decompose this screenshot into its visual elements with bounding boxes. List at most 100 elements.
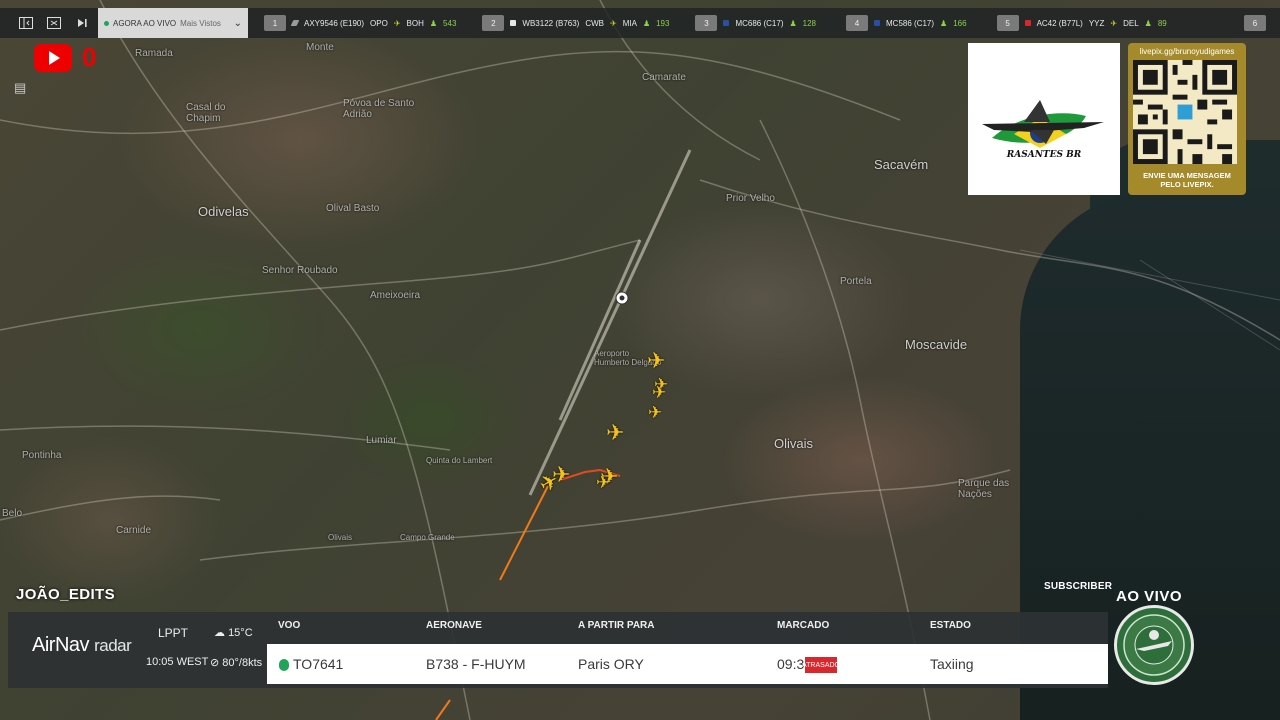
col-header-scheduled: MARCADO (777, 620, 830, 631)
place-label: Ameixoeira (370, 290, 421, 301)
view-select[interactable]: AGORA AO VIVO Mais Vistos ⌄ (98, 8, 248, 38)
fullscreen-icon[interactable] (40, 8, 68, 38)
ticker-viewers: 128 (802, 18, 817, 28)
chevron-down-icon: ⌄ (233, 17, 242, 29)
live-label: AO VIVO (1116, 588, 1183, 605)
active-status-icon (279, 659, 289, 671)
flight-number: TO7641 (293, 656, 344, 672)
place-label: Sacavém (874, 157, 929, 172)
ticker-callsign: MC686 (C17) (735, 18, 784, 28)
ticker-from: YYZ (1088, 18, 1105, 28)
livepix-qr-card: livepix.gg/brunoyudigames ENVIE UMA MENS… (1128, 43, 1246, 195)
local-time: 10:05 WEST (146, 656, 209, 668)
ticker-rank: 5 (996, 15, 1019, 31)
rasantes-logo: RASANTES BR (968, 43, 1120, 195)
aircraft-icon[interactable]: ✈ (606, 422, 624, 444)
ticker-to: MIA (622, 18, 637, 28)
temperature: ☁ 15°C (214, 626, 253, 639)
col-header-route: A PARTIR PARA (578, 620, 655, 631)
cloud-icon: ☁ (214, 627, 225, 639)
aircraft-icon[interactable]: ✈ (648, 404, 662, 421)
collapse-sidebar-icon[interactable] (12, 8, 40, 38)
place-label: Monte (306, 42, 334, 53)
airline-flag-icon (510, 20, 517, 26)
route-arrow-icon: ✈ (393, 18, 401, 28)
ticker-to: BOH (406, 18, 424, 28)
route: Paris ORY (578, 656, 644, 672)
airnav-flight-panel: JOÃO_EDITS AirNav radar LPPT 10:05 WEST … (8, 580, 1108, 688)
ticker-flight-4[interactable]: 4 MC586 (C17) ♟ 166 (838, 8, 975, 38)
place-label: Olival Basto (326, 203, 380, 214)
place-label: Parque das Nações (958, 478, 1010, 500)
qr-code-icon (1133, 60, 1237, 164)
ticker-callsign: AC42 (B77L) (1036, 18, 1083, 28)
ticker-rank: 1 (264, 15, 286, 31)
ticker-viewers: 166 (953, 18, 967, 28)
channel-badge-icon (1114, 605, 1194, 685)
ticker-callsign: MC586 (C17) (886, 18, 935, 28)
place-label: Lumiar (366, 435, 397, 446)
aircraft-icon[interactable]: ✈ (596, 474, 610, 491)
ticker-from: CWB (585, 18, 604, 28)
place-label: Quinta do Lambert (426, 456, 493, 465)
viewers-icon: ♟ (940, 18, 948, 28)
view-select-label: AGORA AO VIVO (113, 18, 177, 28)
viewers-icon: ♟ (1144, 18, 1152, 28)
wind: ⊘ 80°/8kts (210, 656, 262, 669)
ticker-flight-5[interactable]: 5 AC42 (B77L) YYZ ✈ DEL ♟ 89 (989, 8, 1175, 38)
wind-value: 80°/8kts (222, 657, 263, 669)
place-label: Casal do Chapim (186, 102, 226, 124)
wind-compass-icon: ⊘ (210, 657, 220, 669)
view-select-sub: Mais Vistos (180, 18, 221, 28)
ticker-flight-3[interactable]: 3 MC686 (C17) ♟ 128 (687, 8, 824, 38)
ticker-viewers: 543 (443, 18, 457, 28)
viewers-icon: ♟ (642, 18, 651, 28)
streamer-name: JOÃO_EDITS (16, 586, 116, 603)
ticker-callsign: AXY9546 (E190) (304, 18, 365, 28)
ticker-rank: 2 (482, 15, 505, 31)
ticker-rank: 4 (846, 15, 869, 31)
ticker-flight-1[interactable]: 1 AXY9546 (E190) OPO ✈ BOH ♟ 543 (256, 8, 464, 38)
place-label: Pontinha (22, 450, 62, 461)
place-label: Camarate (642, 72, 686, 83)
brand-sub: radar (94, 636, 132, 655)
list-icon[interactable]: ▤ (14, 80, 26, 96)
logo-text: RASANTES BR (1006, 150, 1082, 160)
airline-flag-icon (1024, 20, 1031, 26)
place-label: Olivais (774, 436, 814, 451)
flight-ticker-bar: AGORA AO VIVO Mais Vistos ⌄ 1 AXY9546 (E… (0, 8, 1280, 38)
place-label: Moscavide (905, 337, 968, 352)
qr-url: livepix.gg/brunoyudigames (1139, 47, 1235, 56)
airport-code: LPPT (158, 626, 189, 640)
ticker-viewers: 193 (656, 18, 670, 28)
ticker-flight-2[interactable]: 2 WB3122 (B763) CWB ✈ MIA ♟ 193 (474, 8, 677, 38)
viewers-icon: ♟ (789, 18, 797, 28)
ticker-flight-6[interactable]: 6 (1236, 8, 1274, 38)
place-label: Campo Grande (400, 533, 455, 542)
youtube-counter: 0 (82, 42, 97, 72)
place-label: Odivelas (198, 204, 249, 219)
temperature-value: 15°C (228, 627, 253, 639)
flight-row[interactable] (267, 644, 1108, 684)
place-label: Portela (840, 276, 872, 287)
col-header-status: ESTADO (930, 620, 971, 631)
aircraft-icon[interactable]: ✈ (652, 384, 666, 401)
place-label: Carnide (116, 525, 152, 536)
col-header-aircraft: AERONAVE (426, 620, 482, 631)
ticker-callsign: WB3122 (B763) (522, 18, 580, 28)
airnav-logo: AirNav radar (32, 634, 132, 657)
place-label: Senhor Roubado (262, 265, 338, 276)
aircraft-icon[interactable]: ✈ (647, 350, 665, 372)
route-arrow-icon: ✈ (1110, 18, 1118, 28)
ticker-rank: 3 (695, 15, 718, 31)
route-arrow-icon: ✈ (610, 18, 617, 28)
place-label: Prior Velho (726, 193, 775, 204)
live-dot-icon (104, 20, 109, 26)
delayed-badge: ATRASADO (802, 657, 840, 673)
next-icon[interactable] (68, 8, 96, 38)
aircraft-icon[interactable]: ✈ (552, 464, 570, 486)
ticker-viewers: 89 (1157, 18, 1167, 28)
place-label: Póvoa de Santo Adrião (343, 98, 415, 120)
place-label: Ramada (135, 48, 173, 59)
flight-status: Taxiing (930, 656, 974, 672)
